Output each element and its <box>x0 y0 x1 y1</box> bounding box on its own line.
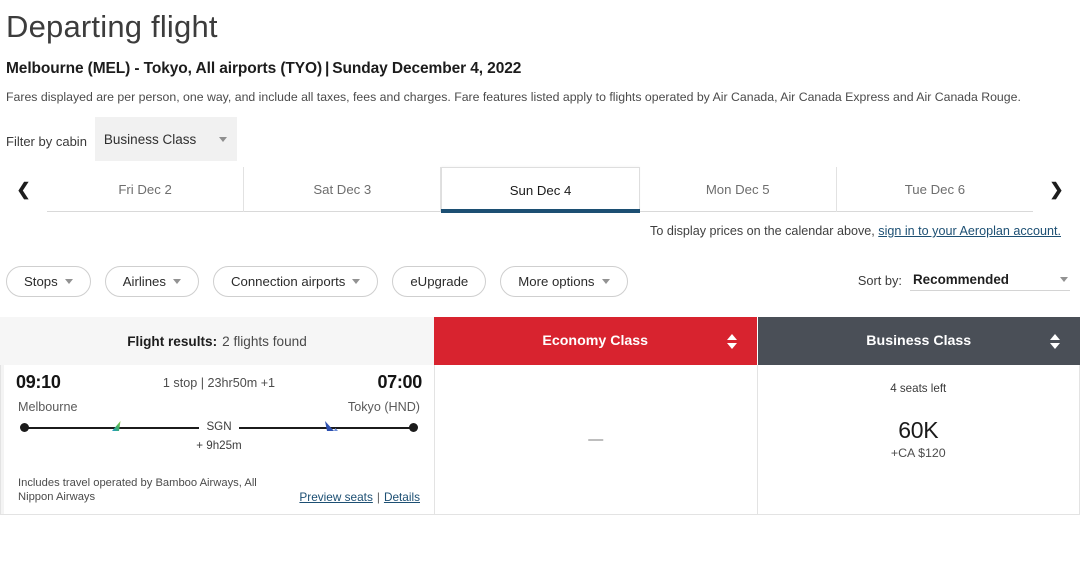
business-class-label: Business Class <box>866 333 972 349</box>
economy-price-cell: — <box>435 365 758 514</box>
layover-duration: + 9h25m <box>196 439 242 452</box>
economy-class-column-header[interactable]: Economy Class <box>434 317 757 365</box>
route-summary: Melbourne (MEL) - Tokyo, All airports (T… <box>6 60 1080 78</box>
operated-by-text: Includes travel operated by Bamboo Airwa… <box>18 477 257 503</box>
results-header-bar: Flight results: 2 flights found Economy … <box>0 317 1080 365</box>
prev-dates-button[interactable]: ❮ <box>0 167 47 212</box>
date-tab-tue-dec-6[interactable]: Tue Dec 6 <box>837 167 1033 212</box>
flight-footer: Includes travel operated by Bamboo Airwa… <box>4 476 434 514</box>
cabin-filter-label: Filter by cabin <box>6 133 87 149</box>
filter-stops-button[interactable]: Stops <box>6 265 91 297</box>
chevron-down-icon <box>64 278 73 284</box>
fares-disclaimer: Fares displayed are per person, one way,… <box>6 90 1021 104</box>
flight-result-row[interactable]: 09:10 1 stop | 23hr50m +1 07:00 Melbourn… <box>0 365 1080 515</box>
layover-airport-code: SGN <box>20 420 418 433</box>
business-class-column-header[interactable]: Business Class <box>756 317 1080 365</box>
flight-results-summary: Flight results: 2 flights found <box>0 317 434 365</box>
route-separator: | <box>325 60 330 77</box>
chevron-down-icon <box>218 136 227 142</box>
flight-results-label: Flight results: <box>127 333 218 349</box>
business-points-price: 60K <box>898 417 939 443</box>
sort-arrows-icon[interactable] <box>1050 333 1060 349</box>
flight-times-row: 09:10 1 stop | 23hr50m +1 07:00 <box>4 365 434 393</box>
sort-by-label: Sort by: <box>857 272 902 288</box>
business-taxes-amount: +CA $120 <box>890 446 946 460</box>
date-tab-fri-dec-2[interactable]: Fri Dec 2 <box>47 167 245 212</box>
origin-city: Melbourne <box>18 400 78 414</box>
route-diagram: SGN <box>20 420 418 435</box>
link-separator: | <box>376 490 380 504</box>
economy-class-label: Economy Class <box>542 333 649 349</box>
departure-time: 09:10 <box>16 372 61 392</box>
filter-eupgrade-label: eUpgrade <box>410 273 469 289</box>
filter-connection-airports-label: Connection airports <box>230 273 346 289</box>
signin-notice-text: To display prices on the calendar above, <box>650 224 875 238</box>
filter-stops-label: Stops <box>24 273 58 289</box>
sort-arrows-icon[interactable] <box>726 333 737 349</box>
signin-notice: To display prices on the calendar above,… <box>0 224 1080 238</box>
date-tab-sat-dec-3[interactable]: Sat Dec 3 <box>244 167 442 212</box>
filter-airlines-label: Airlines <box>122 273 166 289</box>
chevron-down-icon <box>601 278 610 284</box>
cabin-filter-select[interactable]: Business Class <box>94 117 237 161</box>
seats-left-badge: 4 seats left <box>890 382 947 395</box>
flight-duration-summary: 1 stop | 23hr50m +1 <box>162 375 276 390</box>
next-dates-button[interactable]: ❯ <box>1033 167 1080 212</box>
date-tabs: Fri Dec 2 Sat Dec 3 Sun Dec 4 Mon Dec 5 … <box>47 167 1033 213</box>
date-tab-mon-dec-5[interactable]: Mon Dec 5 <box>640 167 837 212</box>
cabin-filter-row: Filter by cabin Business Class <box>6 117 1080 161</box>
flight-itinerary-details: 09:10 1 stop | 23hr50m +1 07:00 Melbourn… <box>1 365 435 514</box>
date-selector-bar: ❮ Fri Dec 2 Sat Dec 3 Sun Dec 4 Mon Dec … <box>0 167 1080 213</box>
sort-by-value: Recommended <box>913 271 1009 287</box>
flight-action-links: Preview seats | Details <box>299 490 420 504</box>
chevron-down-icon <box>172 278 181 284</box>
details-link[interactable]: Details <box>384 490 420 504</box>
chevron-down-icon <box>352 278 361 284</box>
filter-more-options-label: More options <box>518 273 595 289</box>
route-origin-destination: Melbourne (MEL) - Tokyo, All airports (T… <box>6 60 323 77</box>
arrival-time: 07:00 <box>377 372 422 392</box>
departing-flight-page: Departing flight Melbourne (MEL) - Tokyo… <box>0 6 1080 569</box>
date-tab-sun-dec-4[interactable]: Sun Dec 4 <box>441 167 640 213</box>
preview-seats-link[interactable]: Preview seats <box>299 490 372 504</box>
destination-city: Tokyo (HND) <box>347 400 420 414</box>
chevron-down-icon <box>1060 276 1068 282</box>
economy-unavailable-dash: — <box>588 431 604 448</box>
aeroplan-signin-link[interactable]: sign in to your Aeroplan account. <box>878 224 1061 238</box>
business-price-cell[interactable]: 4 seats left 60K +CA $120 <box>758 365 1080 514</box>
flight-results-count: 2 flights found <box>222 333 307 349</box>
filter-eupgrade-button[interactable]: eUpgrade <box>392 265 487 297</box>
filter-connection-airports-button[interactable]: Connection airports <box>212 265 379 297</box>
route-date: Sunday December 4, 2022 <box>332 60 522 77</box>
page-title: Departing flight <box>6 9 218 44</box>
filter-more-options-button[interactable]: More options <box>500 265 628 297</box>
filter-toolbar: Stops Airlines Connection airports eUpgr… <box>0 265 1080 297</box>
flight-cities-row: Melbourne Tokyo (HND) <box>4 393 434 414</box>
sort-by-select[interactable]: Recommended <box>910 272 1070 291</box>
cabin-filter-value: Business Class <box>103 131 197 147</box>
sort-by-group: Sort by: Recommended <box>858 272 1080 291</box>
filter-airlines-button[interactable]: Airlines <box>104 265 199 297</box>
